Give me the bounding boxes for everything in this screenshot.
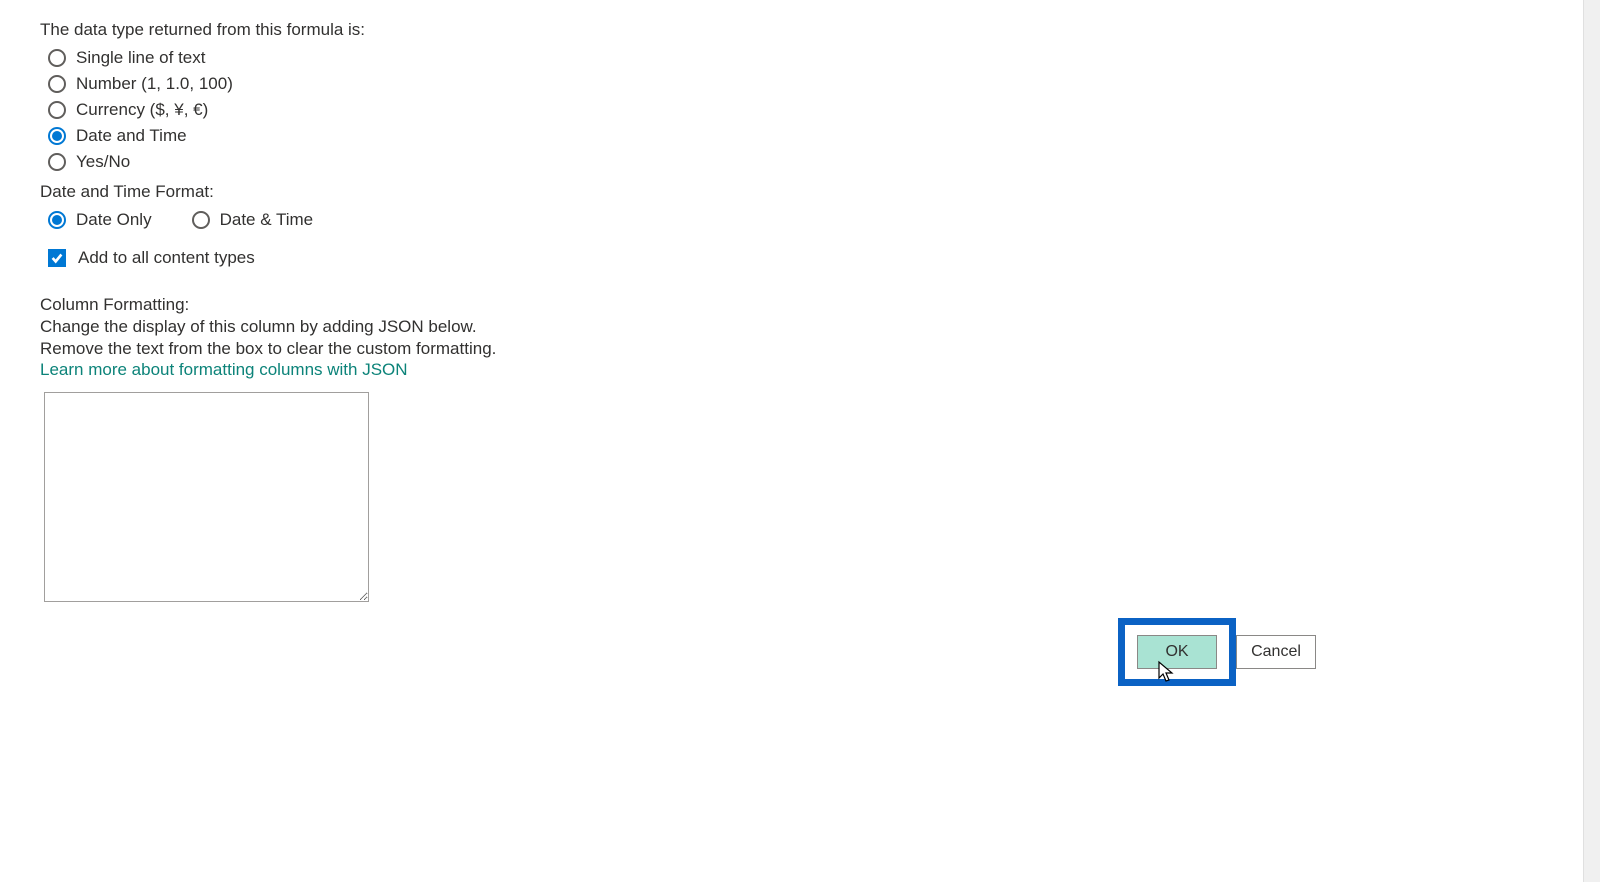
datetime-format-radio-group: Date Only Date & Time [48, 210, 1560, 230]
datetime-format-label: Date and Time Format: [40, 182, 1560, 202]
checkbox-add-content-types[interactable] [48, 249, 66, 267]
radio-label-number[interactable]: Number (1, 1.0, 100) [76, 74, 233, 94]
cancel-button[interactable]: Cancel [1236, 635, 1316, 669]
radio-yesno[interactable] [48, 153, 66, 171]
column-formatting-line2: Remove the text from the box to clear th… [40, 338, 1560, 360]
radio-datetime[interactable] [48, 127, 66, 145]
radio-row-date-and-time[interactable]: Date & Time [192, 210, 314, 230]
json-formatting-textarea[interactable] [44, 392, 369, 602]
column-formatting-heading: Column Formatting: [40, 294, 1560, 316]
radio-row-yesno[interactable]: Yes/No [48, 152, 1560, 172]
ok-button-highlight: OK [1118, 618, 1236, 686]
radio-date-only[interactable] [48, 211, 66, 229]
radio-row-date-only[interactable]: Date Only [48, 210, 152, 230]
radio-label-single-line[interactable]: Single line of text [76, 48, 205, 68]
column-settings-panel: The data type returned from this formula… [0, 0, 1600, 602]
radio-label-yesno[interactable]: Yes/No [76, 152, 130, 172]
add-to-content-types-row[interactable]: Add to all content types [48, 248, 1560, 268]
learn-more-json-link[interactable]: Learn more about formatting columns with… [40, 360, 408, 380]
checkmark-icon [50, 251, 64, 265]
radio-date-and-time[interactable] [192, 211, 210, 229]
vertical-scrollbar[interactable] [1583, 0, 1600, 882]
radio-currency[interactable] [48, 101, 66, 119]
radio-label-date-and-time[interactable]: Date & Time [220, 210, 314, 230]
radio-label-currency[interactable]: Currency ($, ¥, €) [76, 100, 208, 120]
column-formatting-line1: Change the display of this column by add… [40, 316, 1560, 338]
column-formatting-section: Column Formatting: Change the display of… [40, 294, 1560, 602]
radio-row-single-line[interactable]: Single line of text [48, 48, 1560, 68]
dialog-button-area: OK Cancel [1118, 618, 1316, 686]
checkbox-label-add-content-types[interactable]: Add to all content types [78, 248, 255, 268]
radio-label-datetime[interactable]: Date and Time [76, 126, 187, 146]
radio-label-date-only[interactable]: Date Only [76, 210, 152, 230]
radio-row-number[interactable]: Number (1, 1.0, 100) [48, 74, 1560, 94]
radio-single-line[interactable] [48, 49, 66, 67]
ok-button[interactable]: OK [1137, 635, 1217, 669]
radio-number[interactable] [48, 75, 66, 93]
data-type-radio-group: Single line of text Number (1, 1.0, 100)… [48, 48, 1560, 172]
radio-row-currency[interactable]: Currency ($, ¥, €) [48, 100, 1560, 120]
radio-row-datetime[interactable]: Date and Time [48, 126, 1560, 146]
data-type-label: The data type returned from this formula… [40, 20, 1560, 40]
